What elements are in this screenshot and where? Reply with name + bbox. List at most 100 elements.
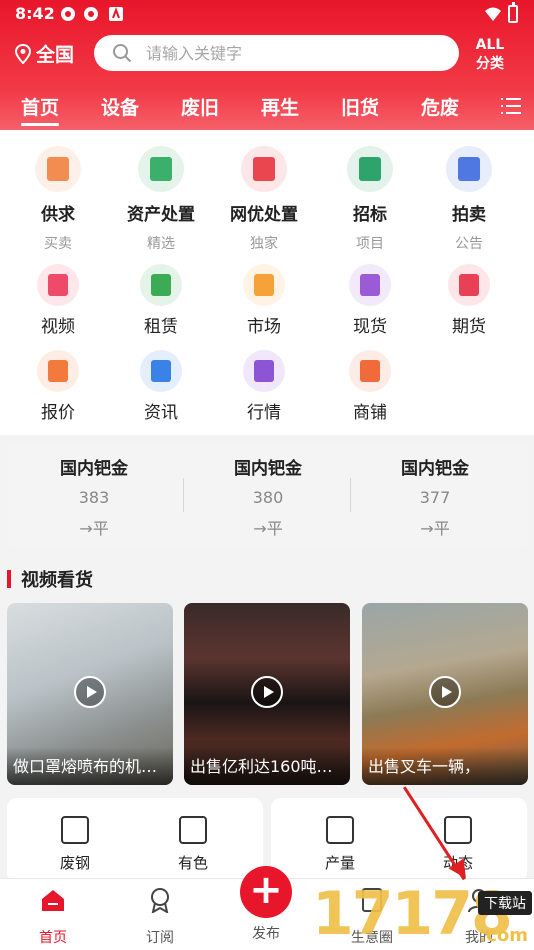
- grid-item-bidding[interactable]: 招标 项目: [320, 146, 420, 253]
- category-label: 产量: [324, 854, 355, 872]
- grid-item-label: 行情: [247, 403, 281, 423]
- video-caption: 做口罩熔喷布的机…: [7, 747, 173, 785]
- grid-item-spot-goods[interactable]: 现货: [320, 264, 420, 337]
- category-steel-scrap[interactable]: 废钢: [35, 816, 115, 873]
- tab-used-goods[interactable]: 旧货: [341, 93, 379, 120]
- price-card[interactable]: 国内钯金 383 →平: [7, 454, 181, 539]
- video-icon: [37, 264, 79, 306]
- nav-subscribe[interactable]: 订阅: [125, 887, 195, 947]
- all-label: ALL: [475, 37, 505, 53]
- grid-item-network-disposal[interactable]: 网优处置 独家: [214, 146, 314, 253]
- grid-item-label: 商铺: [353, 403, 387, 423]
- grid-item-lease[interactable]: 租赁: [111, 264, 211, 337]
- grid-item-label: 报价: [41, 403, 75, 423]
- supply-demand-icon: [35, 146, 81, 192]
- app-notification-icon: [84, 7, 98, 21]
- futures-icon: [448, 264, 490, 306]
- location-pin-icon: [14, 43, 32, 64]
- nav-label: 订阅: [146, 930, 174, 946]
- category-label: 废钢: [59, 854, 90, 872]
- price-title: 国内钯金: [401, 459, 469, 479]
- grid-item-sublabel: 公告: [455, 236, 483, 252]
- price-change: →平: [420, 519, 450, 538]
- grid-item-label: 视频: [41, 317, 75, 337]
- price-title: 国内钯金: [60, 459, 128, 479]
- grid-item-label: 招标: [353, 205, 387, 225]
- grid-item-quote[interactable]: 报价: [8, 350, 108, 423]
- play-icon[interactable]: [251, 676, 283, 708]
- app-notification-icon: [61, 7, 75, 21]
- category-output[interactable]: 产量: [300, 816, 380, 873]
- status-bar: 8:42: [0, 0, 534, 30]
- video-card[interactable]: 出售亿利达160吨…: [184, 603, 350, 785]
- badge-icon: [151, 888, 169, 914]
- asset-disposal-icon: [138, 146, 184, 192]
- grid-item-news[interactable]: 资讯: [111, 350, 211, 423]
- category-nonferrous[interactable]: 有色: [153, 816, 233, 873]
- tab-home[interactable]: 首页: [21, 93, 60, 126]
- price-change: →平: [79, 519, 109, 538]
- category-card: 废钢 有色: [7, 798, 263, 883]
- price-card[interactable]: 国内钯金 380 →平: [181, 454, 355, 539]
- grid-item-label: 资产处置: [127, 205, 195, 225]
- video-card[interactable]: 做口罩熔喷布的机…: [7, 603, 173, 785]
- search-input[interactable]: [146, 43, 406, 63]
- metal-block-icon: [179, 816, 207, 844]
- battery-icon: [508, 2, 518, 23]
- market-trend-icon: [243, 350, 285, 392]
- bidding-icon: [347, 146, 393, 192]
- all-categories-button[interactable]: ALL 分类: [470, 36, 510, 74]
- play-icon[interactable]: [74, 676, 106, 708]
- grid-item-auction[interactable]: 拍卖 公告: [419, 146, 519, 253]
- video-card[interactable]: 出售叉车一辆，: [362, 603, 528, 785]
- grid-item-supply-demand[interactable]: 供求 买卖: [8, 146, 108, 253]
- shop-icon: [349, 350, 391, 392]
- search-bar[interactable]: [94, 35, 459, 71]
- tab-hazardous-waste[interactable]: 危废: [421, 93, 459, 120]
- grid-item-label: 市场: [247, 317, 281, 337]
- price-panel: 国内钯金 383 →平 国内钯金 380 →平 国内钯金 377 →平: [7, 442, 528, 548]
- video-caption: 出售叉车一辆，: [362, 747, 528, 785]
- publish-button[interactable]: +: [240, 866, 292, 918]
- location-selector[interactable]: 全国: [14, 40, 74, 67]
- grid-item-label: 供求: [41, 205, 75, 225]
- a-notification-icon: [109, 7, 123, 21]
- wifi-icon: [485, 7, 501, 21]
- grid-item-video[interactable]: 视频: [8, 264, 108, 337]
- video-caption: 出售亿利达160吨…: [184, 747, 350, 785]
- price-card[interactable]: 国内钯金 377 →平: [348, 454, 522, 539]
- auction-icon: [446, 146, 492, 192]
- grid-item-shop[interactable]: 商铺: [320, 350, 420, 423]
- grid-item-sublabel: 精选: [147, 236, 175, 252]
- grid-item-sublabel: 项目: [356, 236, 384, 252]
- grid-item-asset-disposal[interactable]: 资产处置 精选: [111, 146, 211, 253]
- home-icon: [42, 890, 64, 911]
- camera-icon: [326, 816, 354, 844]
- quote-icon: [37, 350, 79, 392]
- grid-item-market[interactable]: 市场: [214, 264, 314, 337]
- location-label: 全国: [36, 44, 75, 66]
- menu-icon[interactable]: [501, 98, 521, 114]
- grid-item-market-trend[interactable]: 行情: [214, 350, 314, 423]
- play-icon[interactable]: [429, 676, 461, 708]
- tab-scrap[interactable]: 废旧: [181, 93, 219, 120]
- grid-item-futures[interactable]: 期货: [419, 264, 519, 337]
- section-title-text: 视频看货: [21, 570, 93, 591]
- category-card: 产量 动态: [271, 798, 527, 883]
- status-time: 8:42: [15, 4, 55, 23]
- nav-home[interactable]: 首页: [18, 887, 88, 947]
- grid-item-sublabel: 买卖: [44, 236, 72, 252]
- watermark-logo: 17178 下载站 .com: [312, 877, 534, 950]
- tab-equipment[interactable]: 设备: [101, 93, 139, 120]
- spot-goods-icon: [349, 264, 391, 306]
- feature-grid: 供求 买卖 资产处置 精选 网优处置 独家 招标 项目 拍卖 公告 视频 租赁 市场 现货 期货 报价 资讯 行情…: [0, 130, 534, 435]
- category-label: 分类: [476, 56, 504, 72]
- price-value: 383: [78, 488, 110, 507]
- nav-label: 首页: [39, 930, 67, 946]
- grid-item-sublabel: 独家: [250, 236, 278, 252]
- tab-recycled[interactable]: 再生: [261, 93, 299, 120]
- category-label: 有色: [177, 854, 208, 872]
- top-tab-bar: 首页 设备 废旧 再生 旧货 危废: [0, 90, 534, 126]
- steel-bar-icon: [61, 816, 89, 844]
- grid-item-label: 资讯: [144, 403, 178, 423]
